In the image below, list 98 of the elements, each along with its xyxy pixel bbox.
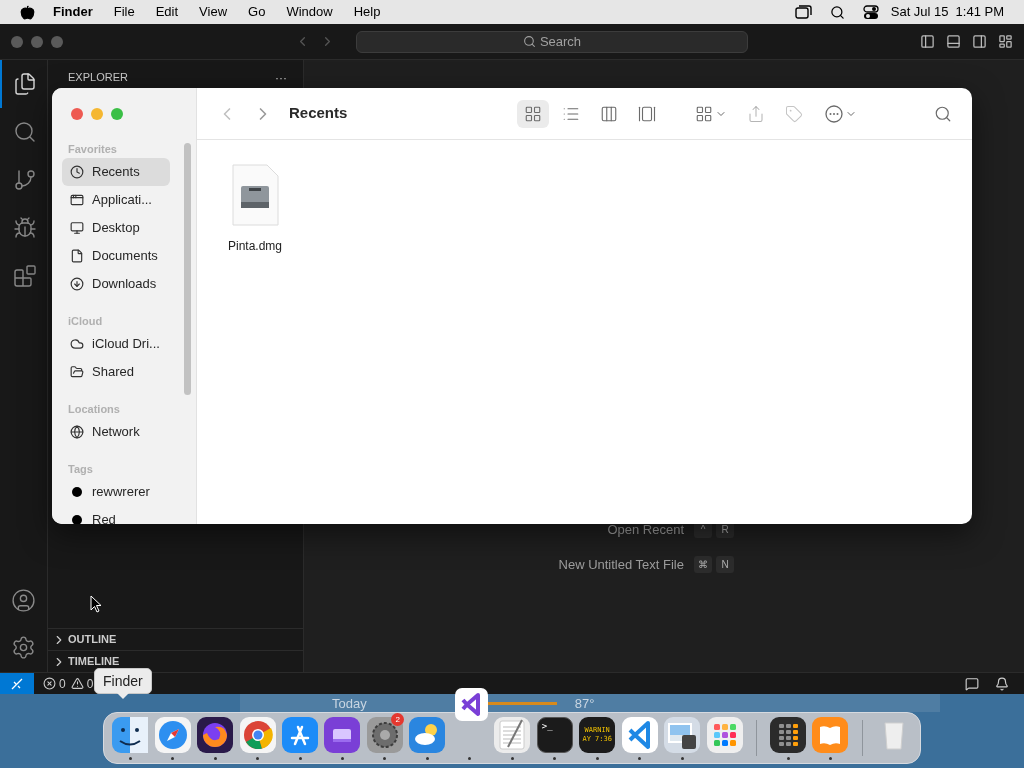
gear-icon[interactable]	[366, 716, 403, 753]
more-button[interactable]	[825, 104, 857, 123]
book-icon[interactable]	[812, 716, 849, 753]
calculator-icon[interactable]	[770, 716, 806, 753]
file-name[interactable]: Pinta.dmg	[228, 237, 282, 255]
menu-item[interactable]: Edit	[155, 2, 179, 22]
folder-icon	[70, 365, 84, 379]
key-cap: ⌘	[694, 556, 712, 573]
clock-icon	[70, 165, 84, 179]
column-view-icon	[600, 104, 618, 123]
settings-icon[interactable]	[11, 635, 36, 660]
terminal-icon[interactable]: >_	[536, 716, 573, 753]
cloud-icon	[70, 337, 84, 351]
menu-item[interactable]: Help	[353, 2, 381, 22]
notification-badge: 2	[391, 713, 405, 726]
weather-temperature: 87°	[574, 696, 595, 710]
menu-item[interactable]: View	[199, 2, 228, 22]
menu-item[interactable]: Go	[248, 2, 266, 22]
sidebar-item[interactable]: Recents	[62, 158, 170, 186]
sidebar-item[interactable]: Applicati...	[62, 186, 170, 214]
weather-day: Today	[332, 696, 367, 710]
bell-icon[interactable]	[995, 676, 1009, 691]
apple-icon[interactable]	[20, 4, 35, 20]
app-store-icon[interactable]	[282, 716, 319, 753]
sidebar-item[interactable]: rewwrerer	[62, 478, 170, 506]
panel-section[interactable]: OUTLINE	[48, 628, 303, 650]
panel-title: EXPLORER	[68, 70, 128, 86]
code-editor-icon[interactable]	[621, 716, 658, 753]
account-icon[interactable]	[11, 588, 36, 613]
scrollbar[interactable]	[184, 143, 191, 395]
search-field[interactable]: Search	[356, 30, 748, 53]
menu-item[interactable]: File	[113, 2, 135, 22]
search-icon[interactable]	[829, 4, 845, 20]
feedback-icon[interactable]	[965, 676, 979, 691]
sidebar-item[interactable]: iCloud Dri...	[62, 330, 170, 358]
close-button[interactable]	[71, 108, 83, 120]
window-title: Recents	[289, 103, 349, 124]
launchpad-icon[interactable]	[706, 716, 743, 753]
globe-icon	[70, 425, 84, 439]
app-window-icon	[70, 193, 84, 207]
warning-icon[interactable]	[70, 677, 84, 690]
blocks-icon	[12, 264, 37, 288]
right-panel-icon[interactable]	[972, 34, 987, 49]
sidebar-heading: Favorites	[67, 141, 118, 157]
download-icon	[70, 277, 84, 291]
weather-icon[interactable]	[409, 716, 446, 753]
error-count[interactable]: 0	[59, 674, 66, 693]
menu-time[interactable]: 1:41 PM	[955, 2, 1004, 22]
warning-count[interactable]: 0	[86, 674, 94, 693]
ellipsis-circle-icon	[825, 104, 843, 123]
key-cap: N	[716, 556, 734, 573]
sidebar-item[interactable]: Shared	[62, 358, 170, 386]
sidebar-heading: iCloud	[67, 313, 104, 329]
sidebar-heading: Locations	[67, 401, 121, 417]
monitor-icon	[70, 221, 84, 235]
sidebar-item[interactable]: Documents	[62, 242, 170, 270]
menu-item[interactable]: Window	[286, 2, 333, 22]
search-icon	[12, 120, 37, 144]
drive-icon[interactable]	[324, 716, 361, 753]
left-panel-icon[interactable]	[920, 34, 935, 49]
group-button[interactable]	[695, 104, 727, 123]
menu-date[interactable]: Sat Jul 15	[890, 2, 949, 22]
dragged-app-icon[interactable]	[455, 688, 488, 721]
files-icon	[12, 72, 37, 96]
sidebar-heading: Tags	[67, 461, 94, 477]
grid-view-icon	[524, 104, 542, 123]
group-icon	[695, 104, 713, 123]
notepad-icon[interactable]	[494, 716, 531, 753]
remote-icon	[11, 677, 23, 690]
sidebar-item[interactable]: Red	[62, 506, 170, 524]
sidebar-item[interactable]: Downloads	[62, 270, 170, 298]
sidebar-item[interactable]: Desktop	[62, 214, 170, 242]
bottom-panel-icon[interactable]	[946, 34, 961, 49]
branch-icon	[12, 168, 37, 192]
search-placeholder: Search	[539, 32, 582, 51]
chrome-icon[interactable]	[239, 716, 276, 753]
search-icon	[522, 35, 536, 48]
windows-icon[interactable]	[794, 5, 812, 19]
document-icon	[70, 249, 84, 263]
sidebar-item[interactable]: Network	[62, 418, 170, 446]
cursor-icon	[90, 595, 102, 613]
compass-icon[interactable]	[154, 716, 191, 753]
finder-icon[interactable]	[112, 716, 149, 753]
remote-button[interactable]	[0, 673, 34, 694]
menu-item[interactable]: Finder	[53, 2, 93, 22]
error-icon[interactable]	[43, 677, 56, 690]
layout-icon[interactable]	[998, 34, 1013, 49]
photos-icon[interactable]	[664, 716, 701, 753]
shortcut-label[interactable]: New Untitled Text File	[304, 554, 694, 575]
shortcut-label[interactable]: Open Recent	[304, 519, 694, 540]
tooltip-pointer-icon	[116, 693, 129, 699]
fox-globe-icon[interactable]	[197, 716, 234, 753]
more-button[interactable]: ···	[275, 68, 287, 87]
toggles-icon[interactable]	[862, 4, 879, 20]
bug-icon	[12, 216, 37, 240]
gallery-view-icon	[638, 104, 656, 123]
disk-image-icon[interactable]	[231, 164, 279, 226]
view-mode-button[interactable]	[517, 99, 549, 128]
